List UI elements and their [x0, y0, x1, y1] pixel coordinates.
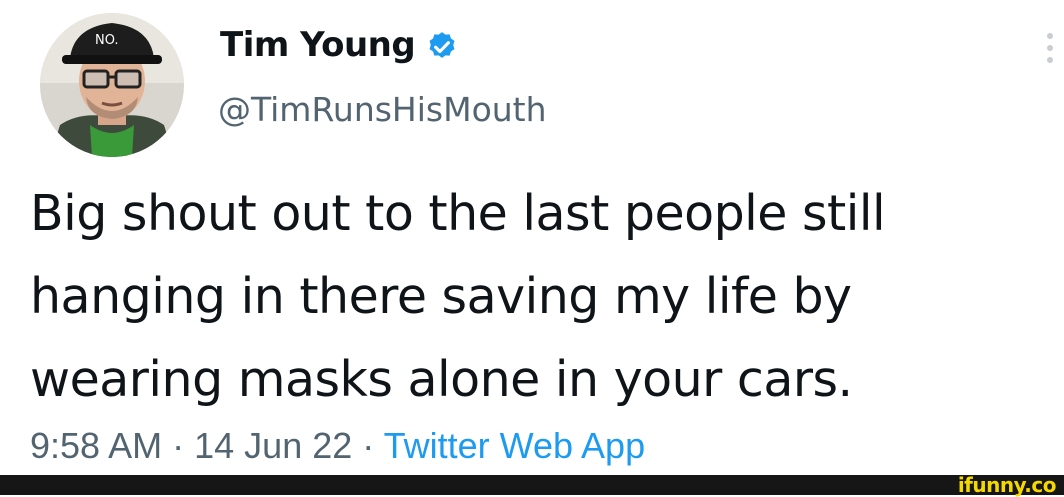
verified-badge-icon — [425, 30, 459, 64]
tweet-text-line: wearing masks alone in your cars. — [30, 351, 853, 408]
tweet-source-link[interactable]: Twitter Web App — [384, 425, 645, 466]
author-display-name[interactable]: Tim Young — [220, 25, 416, 65]
person-avatar-icon: NO. — [40, 13, 184, 157]
avatar[interactable]: NO. — [40, 13, 184, 157]
tweet-text: Big shout out to the last people still h… — [30, 172, 1040, 421]
tweet-date[interactable]: 14 Jun 22 — [194, 425, 352, 466]
watermark-bar: ifunny.co — [0, 475, 1064, 495]
author-name-row: Tim Young — [220, 25, 459, 65]
tweet-meta: 9:58 AM · 14 Jun 22 · Twitter Web App — [30, 425, 645, 467]
meta-separator: · — [172, 425, 185, 466]
author-handle[interactable]: @TimRunsHisMouth — [218, 90, 547, 129]
hat-text: NO. — [95, 33, 119, 48]
tweet-time[interactable]: 9:58 AM — [30, 425, 162, 466]
tweet-text-line: hanging in there saving my life by — [30, 268, 852, 325]
meta-separator: · — [362, 425, 375, 466]
tweet-text-line: Big shout out to the last people still — [30, 185, 886, 242]
ifunny-watermark: ifunny.co — [957, 473, 1057, 497]
more-options-icon[interactable] — [1044, 30, 1056, 66]
